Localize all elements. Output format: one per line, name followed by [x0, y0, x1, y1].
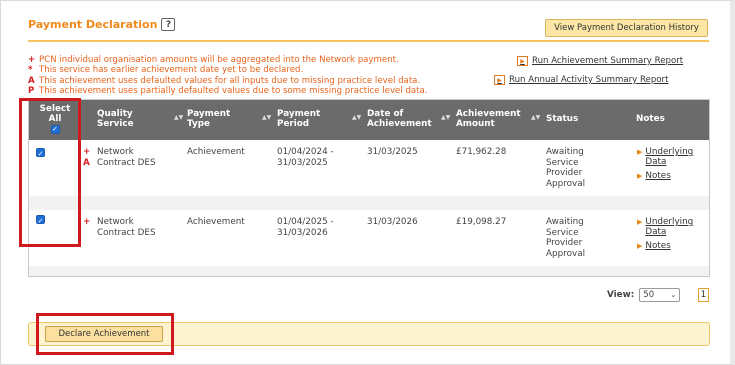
table-footer-strip: [29, 266, 709, 276]
play-arrow-icon: ▶: [494, 75, 505, 85]
status-cell: Awaiting Service Provider Approval: [546, 147, 586, 189]
view-history-button[interactable]: View Payment Declaration History: [545, 19, 708, 37]
page-title-text: Payment Declaration: [28, 18, 158, 31]
chevron-down-icon: ⌄: [670, 291, 677, 299]
sort-icon[interactable]: ▲▼: [441, 114, 450, 121]
page-number-button[interactable]: 1: [698, 288, 709, 302]
amount-cell: £19,098.27: [456, 217, 507, 227]
row-markers: +: [83, 217, 91, 227]
sort-icon[interactable]: ▲▼: [262, 114, 271, 121]
highlight-select-column: [19, 98, 81, 247]
page-size-select[interactable]: 50 ⌄: [639, 288, 681, 302]
declaration-table: Select All ✓ Quality Service ▲▼ Payment …: [28, 99, 710, 277]
arrow-right-icon: ▶: [637, 242, 643, 250]
quality-service-cell: Network Contract DES: [97, 217, 156, 238]
notes-header: Notes: [636, 114, 665, 124]
payment-type-cell: Achievement: [187, 147, 245, 157]
sort-icon[interactable]: ▲▼: [531, 114, 540, 121]
sort-icon[interactable]: ▲▼: [174, 114, 183, 121]
payment-type-cell: Achievement: [187, 217, 245, 227]
report-links: ▶ Run Achievement Summary Report ▶ Run A…: [494, 56, 683, 94]
status-cell: Awaiting Service Provider Approval: [546, 217, 586, 259]
sort-icon[interactable]: ▲▼: [352, 114, 361, 121]
view-label: View:: [607, 290, 635, 300]
run-achievement-summary-link[interactable]: ▶ Run Achievement Summary Report: [517, 56, 683, 66]
notes-link[interactable]: ▶ Notes: [637, 171, 707, 181]
status-header: Status: [546, 114, 579, 124]
title-divider: [28, 40, 709, 42]
notes-link[interactable]: ▶ Notes: [637, 241, 707, 251]
legend: + PCN individual organisation amounts wil…: [28, 55, 428, 96]
legend-item: A This achievement uses defaulted values …: [28, 75, 421, 86]
notes-cell: ▶ Underlying Data ▶ Notes: [637, 147, 707, 181]
table-header: Select All ✓ Quality Service ▲▼ Payment …: [29, 100, 709, 140]
notes-cell: ▶ Underlying Data ▶ Notes: [637, 217, 707, 251]
arrow-right-icon: ▶: [637, 172, 643, 180]
legend-item: * This service has earlier achievement da…: [28, 65, 304, 76]
run-annual-activity-link[interactable]: ▶ Run Annual Activity Summary Report: [494, 75, 683, 85]
underlying-data-link[interactable]: ▶ Underlying Data: [637, 217, 707, 237]
page-title: Payment Declaration ?: [28, 18, 176, 31]
row-markers: + A: [83, 147, 91, 168]
payment-period-cell: 01/04/2025 - 31/03/2026: [277, 217, 334, 238]
payment-period-cell: 01/04/2024 - 31/03/2025: [277, 147, 334, 168]
table-row: ✓ + A Network Contract DES Achievement 0…: [29, 140, 709, 196]
date-cell: 31/03/2025: [367, 147, 418, 157]
payment-period-header[interactable]: Payment Period: [277, 109, 337, 129]
arrow-right-icon: ▶: [637, 148, 643, 156]
amount-cell: £71,962.28: [456, 147, 507, 157]
date-of-achievement-header[interactable]: Date of Achievement: [367, 109, 447, 129]
row-separator: [29, 196, 709, 210]
achievement-amount-header[interactable]: Achievement Amount: [456, 109, 536, 129]
help-icon[interactable]: ?: [161, 18, 176, 31]
date-cell: 31/03/2026: [367, 217, 418, 227]
highlight-declare-button: [36, 313, 174, 355]
table-row: ✓ + Network Contract DES Achievement 01/…: [29, 210, 709, 266]
quality-service-cell: Network Contract DES: [97, 147, 156, 168]
legend-item: + PCN individual organisation amounts wil…: [28, 55, 399, 65]
underlying-data-link[interactable]: ▶ Underlying Data: [637, 147, 707, 167]
payment-type-header[interactable]: Payment Type: [187, 109, 247, 129]
arrow-right-icon: ▶: [637, 218, 643, 226]
view-selector: View: 50 ⌄: [607, 288, 681, 302]
quality-service-header[interactable]: Quality Service: [97, 109, 167, 129]
legend-item: P This achievement uses partially default…: [28, 85, 428, 96]
play-arrow-icon: ▶: [517, 56, 528, 66]
